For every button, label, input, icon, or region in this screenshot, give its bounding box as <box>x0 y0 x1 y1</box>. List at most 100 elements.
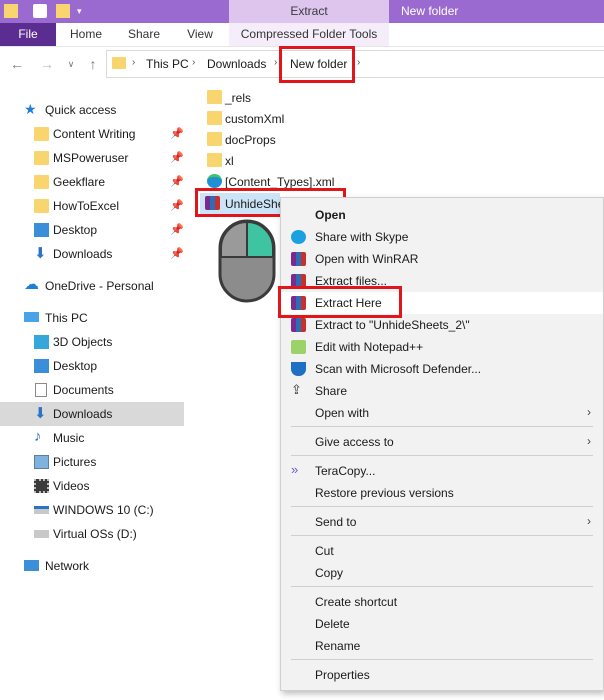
folder-icon <box>207 153 222 167</box>
sidebar-item-quick-access[interactable]: ★ Quick access <box>0 98 184 122</box>
breadcrumb-separator: › <box>274 57 278 68</box>
folder-icon <box>34 199 49 213</box>
sidebar-item-geekflare[interactable]: Geekflare 📌 <box>0 170 184 194</box>
chevron-right-icon: › <box>587 434 591 448</box>
sidebar-item-3d-objects[interactable]: 3D Objects <box>0 330 184 354</box>
window-title: New folder <box>401 4 459 18</box>
menu-separator <box>291 535 593 536</box>
folder-icon <box>112 57 126 69</box>
back-arrow-icon[interactable]: ← <box>8 55 26 73</box>
menu-separator <box>291 426 593 427</box>
sidebar-item-desktop[interactable]: Desktop <box>0 354 184 378</box>
pin-icon: 📌 <box>170 152 184 164</box>
menu-item-open-with[interactable]: Open with › <box>281 402 603 424</box>
share-icon: ⇪ <box>291 382 302 397</box>
sidebar-item-network[interactable]: Network <box>0 554 184 578</box>
shield-icon <box>291 362 306 376</box>
edge-icon <box>207 174 222 188</box>
sidebar-item-content-writing[interactable]: Content Writing 📌 <box>0 122 184 146</box>
sidebar-item-music[interactable]: ♪ Music <box>0 426 184 450</box>
menu-item-scan-with-defender[interactable]: Scan with Microsoft Defender... <box>281 358 603 380</box>
menu-item-delete[interactable]: Delete <box>281 613 603 635</box>
menu-item-edit-with-notepadpp[interactable]: Edit with Notepad++ <box>281 336 603 358</box>
tab-share[interactable]: Share <box>116 23 172 46</box>
download-arrow-icon: ⬇ <box>34 405 47 422</box>
sidebar-item-downloads[interactable]: ⬇ Downloads <box>0 402 184 426</box>
sidebar-item-drive-d[interactable]: Virtual OSs (D:) <box>0 522 184 546</box>
menu-item-send-to[interactable]: Send to › <box>281 511 603 533</box>
sidebar-item-videos[interactable]: Videos <box>0 474 184 498</box>
breadcrumb-separator: › <box>357 57 361 68</box>
menu-item-rename[interactable]: Rename <box>281 635 603 657</box>
drive-icon <box>34 506 49 514</box>
folder-icon <box>207 90 222 104</box>
sidebar-item-pictures[interactable]: Pictures <box>0 450 184 474</box>
sidebar-item-mspoweruser[interactable]: MSPoweruser 📌 <box>0 146 184 170</box>
sidebar-item-howtoexcel[interactable]: HowToExcel 📌 <box>0 194 184 218</box>
winrar-icon <box>291 318 306 332</box>
breadcrumb-downloads[interactable]: Downloads <box>207 57 266 71</box>
file-item-xl[interactable]: xl <box>200 150 320 171</box>
menu-item-share[interactable]: ⇪ Share <box>281 380 603 402</box>
menu-item-copy[interactable]: Copy <box>281 562 603 584</box>
menu-item-give-access-to[interactable]: Give access to › <box>281 431 603 453</box>
sidebar-item-desktop-pinned[interactable]: Desktop 📌 <box>0 218 184 242</box>
highlight-box <box>278 286 402 318</box>
sidebar-item-drive-c[interactable]: WINDOWS 10 (C:) <box>0 498 184 522</box>
customize-toolbar-icon[interactable]: ▾ <box>77 7 85 16</box>
menu-item-share-with-skype[interactable]: Share with Skype <box>281 226 603 248</box>
new-folder-icon[interactable] <box>56 4 70 18</box>
download-arrow-icon: ⬇ <box>34 245 47 262</box>
pin-icon: 📌 <box>170 128 184 140</box>
computer-icon <box>24 312 39 322</box>
menu-separator <box>291 586 593 587</box>
properties-icon[interactable] <box>33 4 47 18</box>
menu-item-cut[interactable]: Cut <box>281 540 603 562</box>
tab-file[interactable]: File <box>0 23 56 46</box>
mouse-right-click-icon <box>218 219 276 303</box>
desktop-icon <box>34 223 49 237</box>
sidebar-item-this-pc[interactable]: This PC <box>0 306 184 330</box>
folder-icon <box>207 111 222 125</box>
pin-icon: 📌 <box>170 176 184 188</box>
pin-icon: 📌 <box>170 248 184 260</box>
up-arrow-icon[interactable]: ↑ <box>84 55 102 73</box>
cloud-icon: ☁ <box>24 276 39 293</box>
forward-arrow-icon[interactable]: → <box>38 55 56 73</box>
chevron-right-icon: › <box>587 405 591 419</box>
recent-locations-icon[interactable]: ∨ <box>62 55 80 73</box>
menu-item-properties[interactable]: Properties <box>281 664 603 686</box>
file-item-rels[interactable]: _rels <box>200 87 320 108</box>
sidebar-item-onedrive[interactable]: ☁ OneDrive - Personal <box>0 274 184 298</box>
file-item-docprops[interactable]: docProps <box>200 129 320 150</box>
sidebar-item-documents[interactable]: Documents <box>0 378 184 402</box>
file-item-customxml[interactable]: customXml <box>200 108 320 129</box>
chevron-right-icon: › <box>587 514 591 528</box>
pin-icon: 📌 <box>170 200 184 212</box>
folder-icon <box>207 132 222 146</box>
tab-compressed-folder-tools[interactable]: Compressed Folder Tools <box>229 23 389 46</box>
menu-item-restore-previous-versions[interactable]: Restore previous versions <box>281 482 603 504</box>
tab-home[interactable]: Home <box>58 23 114 46</box>
breadcrumb-separator: › <box>132 57 136 68</box>
menu-item-create-shortcut[interactable]: Create shortcut <box>281 591 603 613</box>
sidebar-item-downloads-pinned[interactable]: ⬇ Downloads 📌 <box>0 242 184 266</box>
drive-icon <box>34 530 49 538</box>
folder-icon <box>34 127 49 141</box>
breadcrumb-separator: › <box>192 57 196 68</box>
folder-icon <box>34 175 49 189</box>
folder-icon <box>34 151 49 165</box>
menu-separator <box>291 659 593 660</box>
picture-icon <box>34 455 49 469</box>
notepadpp-icon <box>291 340 306 354</box>
menu-item-teracopy[interactable]: » TeraCopy... <box>281 460 603 482</box>
tab-view[interactable]: View <box>174 23 226 46</box>
desktop-icon <box>34 359 49 373</box>
menu-item-open-with-winrar[interactable]: Open with WinRAR <box>281 248 603 270</box>
pin-icon: 📌 <box>170 224 184 236</box>
cube-icon <box>34 335 49 349</box>
menu-item-open[interactable]: Open <box>281 204 603 226</box>
breadcrumb-this-pc[interactable]: This PC <box>146 57 189 71</box>
winrar-icon <box>291 252 306 266</box>
film-icon <box>34 479 49 493</box>
